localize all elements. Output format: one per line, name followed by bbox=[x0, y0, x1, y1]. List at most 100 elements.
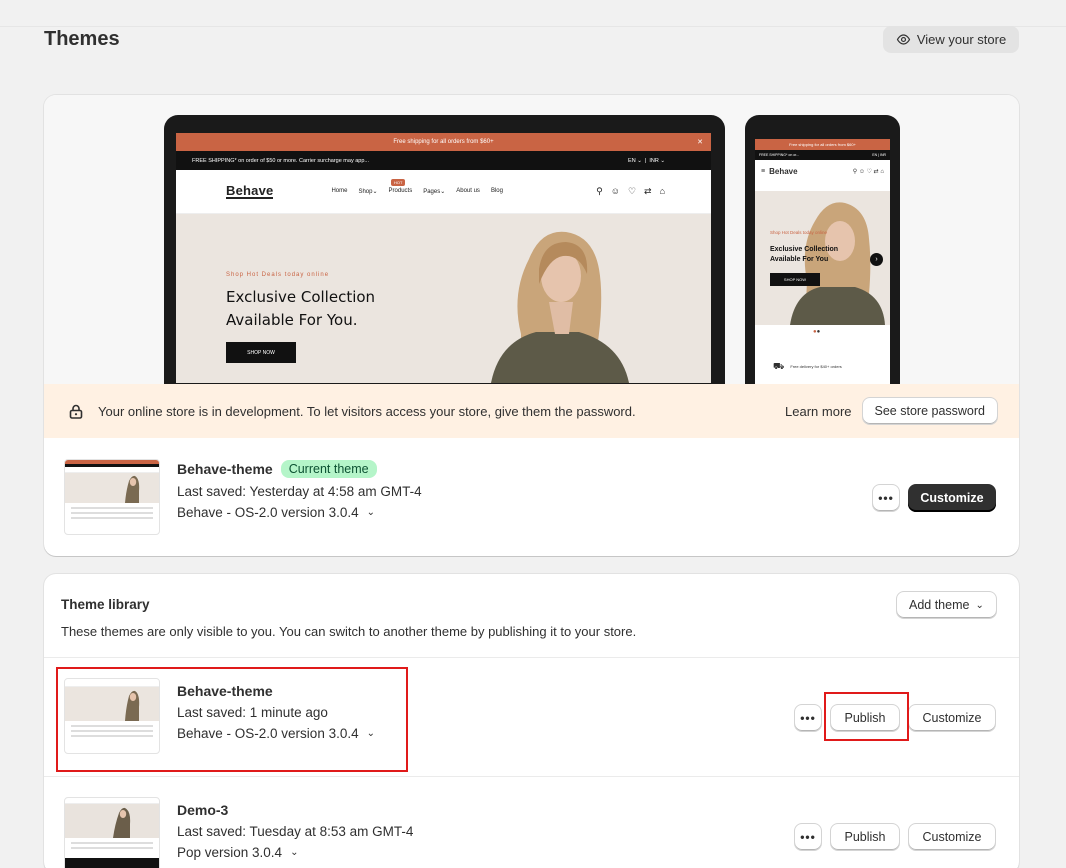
theme-library-title: Theme library bbox=[61, 597, 150, 612]
library-theme-version-label: Pop version 3.0.4 bbox=[177, 845, 283, 860]
more-actions-button[interactable]: ••• bbox=[794, 704, 822, 732]
library-theme-name: Demo-3 bbox=[177, 802, 229, 818]
customize-button[interactable]: Customize bbox=[908, 704, 996, 732]
thumb-model-image bbox=[113, 807, 131, 838]
hero-headline-1: Exclusive Collection bbox=[226, 288, 376, 306]
chevron-down-icon: ⌄ bbox=[975, 599, 984, 611]
library-theme-info: Behave-theme Last saved: 1 minute ago Be… bbox=[177, 683, 375, 741]
current-theme-last-saved: Last saved: Yesterday at 4:58 am GMT-4 bbox=[177, 484, 422, 499]
mobile-hero: Shop Hot Deals today online Exclusive Co… bbox=[755, 191, 890, 325]
nav-shop-label: Shop bbox=[358, 189, 373, 195]
hero-headline-2: Available For You. bbox=[226, 311, 358, 329]
cart-icon: ⌂ bbox=[659, 186, 665, 196]
nav-pages-label: Pages bbox=[423, 189, 441, 195]
thumb-lines bbox=[65, 721, 159, 744]
mobile-headline-1: Exclusive Collection bbox=[770, 246, 839, 253]
chevron-down-icon: ⌄ bbox=[366, 507, 375, 518]
mobile-nav-icons: ⚲ ☺ ♡ ⇄ ⌂ bbox=[852, 168, 884, 175]
more-actions-button[interactable]: ••• bbox=[872, 484, 900, 512]
mobile-preview: Free shipping for all orders from $60+ F… bbox=[745, 115, 900, 384]
nav-home: Home bbox=[331, 188, 348, 194]
development-message: Your online store is in development. To … bbox=[98, 403, 636, 419]
mobile-hero-cta: SHOP NOW bbox=[770, 273, 820, 286]
thumb-hero bbox=[65, 473, 159, 503]
view-store-button[interactable]: View your store bbox=[883, 26, 1019, 53]
nav-icons: ⚲ ☺ ♡ ⇄ ⌂ bbox=[596, 186, 665, 197]
current-theme-name-line: Behave-theme Current theme bbox=[177, 460, 422, 478]
hero-cta: SHOP NOW bbox=[226, 342, 296, 363]
announcement-text: Free shipping for all orders from $60+ bbox=[393, 139, 494, 145]
library-theme-info: Demo-3 Last saved: Tuesday at 8:53 am GM… bbox=[177, 802, 413, 860]
library-theme-last-saved: Last saved: 1 minute ago bbox=[177, 705, 328, 720]
nav-links: Home Shop⌄ Products Pages⌄ About us Blog bbox=[331, 188, 503, 195]
thumb-lines bbox=[65, 503, 159, 526]
current-theme-info: Behave-theme Current theme Last saved: Y… bbox=[177, 460, 422, 520]
mobile-hero-headline: Exclusive Collection Available For You bbox=[770, 245, 838, 265]
thumb-hero bbox=[65, 804, 159, 838]
more-actions-button[interactable]: ••• bbox=[794, 823, 822, 851]
shipping-bar: FREE SHIPPING* on order of $50 or more. … bbox=[176, 151, 711, 170]
nav-blog: Blog bbox=[490, 188, 503, 194]
publish-button[interactable]: Publish bbox=[830, 823, 900, 851]
library-theme-thumbnail bbox=[64, 797, 160, 868]
customize-button[interactable]: Customize bbox=[908, 484, 996, 512]
theme-preview: Free shipping for all orders from $60+ ✕… bbox=[44, 95, 1019, 384]
mobile-announcement: Free shipping for all orders from $60+ bbox=[755, 139, 890, 150]
hero-headline: Exclusive Collection Available For You. bbox=[226, 286, 375, 332]
current-theme-row: Behave-theme Current theme Last saved: Y… bbox=[44, 438, 1019, 556]
mobile-nav: ≡ Behave ⚲ ☺ ♡ ⇄ ⌂ bbox=[755, 160, 890, 182]
mobile-logo: Behave bbox=[769, 166, 798, 176]
lock-icon bbox=[68, 403, 84, 419]
mobile-locale: EN | INR bbox=[872, 153, 886, 157]
current-theme-thumbnail bbox=[64, 459, 160, 535]
library-theme-last-saved: Last saved: Tuesday at 8:53 am GMT-4 bbox=[177, 824, 414, 839]
current-theme-card: Free shipping for all orders from $60+ ✕… bbox=[44, 95, 1019, 556]
publish-button[interactable]: Publish bbox=[830, 704, 900, 732]
theme-library-card: Theme library Add theme ⌄ These themes a… bbox=[44, 574, 1019, 868]
mobile-next-icon: › bbox=[870, 253, 883, 266]
library-theme-version[interactable]: Behave - OS-2.0 version 3.0.4 ⌄ bbox=[177, 726, 375, 741]
current-theme-version[interactable]: Behave - OS-2.0 version 3.0.4 ⌄ bbox=[177, 505, 422, 520]
locale-selector: EN ⌄ | INR ⌄ bbox=[628, 157, 665, 164]
mobile-footer-text: Free delivery for $40+ orders bbox=[790, 364, 842, 369]
nav-about: About us bbox=[456, 188, 480, 194]
current-theme-actions: ••• Customize bbox=[872, 484, 996, 512]
current-theme-badge: Current theme bbox=[280, 460, 377, 478]
close-icon: ✕ bbox=[697, 139, 703, 146]
desktop-preview: Free shipping for all orders from $60+ ✕… bbox=[164, 115, 725, 384]
thumb-footer bbox=[65, 858, 159, 868]
mobile-headline-2: Available For You bbox=[770, 256, 829, 263]
thumb-lines bbox=[65, 838, 159, 856]
learn-more-link[interactable]: Learn more bbox=[785, 404, 851, 419]
page-title: Themes bbox=[44, 28, 120, 50]
see-store-password-button[interactable]: See store password bbox=[861, 397, 998, 425]
hot-badge: HOT bbox=[391, 179, 406, 186]
nav-products: Products bbox=[388, 188, 413, 194]
search-icon: ⚲ bbox=[596, 186, 603, 196]
user-icon: ☺ bbox=[610, 186, 620, 196]
announcement-bar: Free shipping for all orders from $60+ ✕ bbox=[176, 133, 711, 151]
hero-banner: Shop Hot Deals today online Exclusive Co… bbox=[176, 214, 711, 383]
library-theme-name: Behave-theme bbox=[177, 683, 273, 699]
nav-pages: Pages⌄ bbox=[423, 189, 446, 195]
thumb-model-image bbox=[125, 475, 140, 503]
add-theme-button[interactable]: Add theme ⌄ bbox=[896, 591, 997, 619]
development-banner: Your online store is in development. To … bbox=[44, 384, 1019, 438]
mobile-hero-kicker: Shop Hot Deals today online bbox=[770, 230, 828, 235]
store-nav: Behave HOT Home Shop⌄ Products Pages⌄ Ab… bbox=[176, 170, 711, 214]
current-theme-version-label: Behave - OS-2.0 version 3.0.4 bbox=[177, 505, 359, 520]
thumb-hero bbox=[65, 687, 159, 721]
library-theme-version[interactable]: Pop version 3.0.4 ⌄ bbox=[177, 845, 413, 860]
mobile-dots: ●● bbox=[813, 329, 821, 335]
customize-button[interactable]: Customize bbox=[908, 823, 996, 851]
compare-icon: ⇄ bbox=[644, 186, 652, 196]
currency-text: INR bbox=[649, 157, 659, 164]
theme-library-description: These themes are only visible to you. Yo… bbox=[61, 624, 637, 639]
library-theme-thumbnail bbox=[64, 678, 160, 754]
top-bar bbox=[0, 0, 1066, 27]
view-store-label: View your store bbox=[916, 32, 1007, 47]
model-image bbox=[491, 231, 629, 383]
current-theme-name: Behave-theme bbox=[177, 461, 273, 477]
mobile-footer: ⛟ Free delivery for $40+ orders bbox=[755, 349, 890, 384]
menu-icon: ≡ bbox=[761, 167, 766, 175]
